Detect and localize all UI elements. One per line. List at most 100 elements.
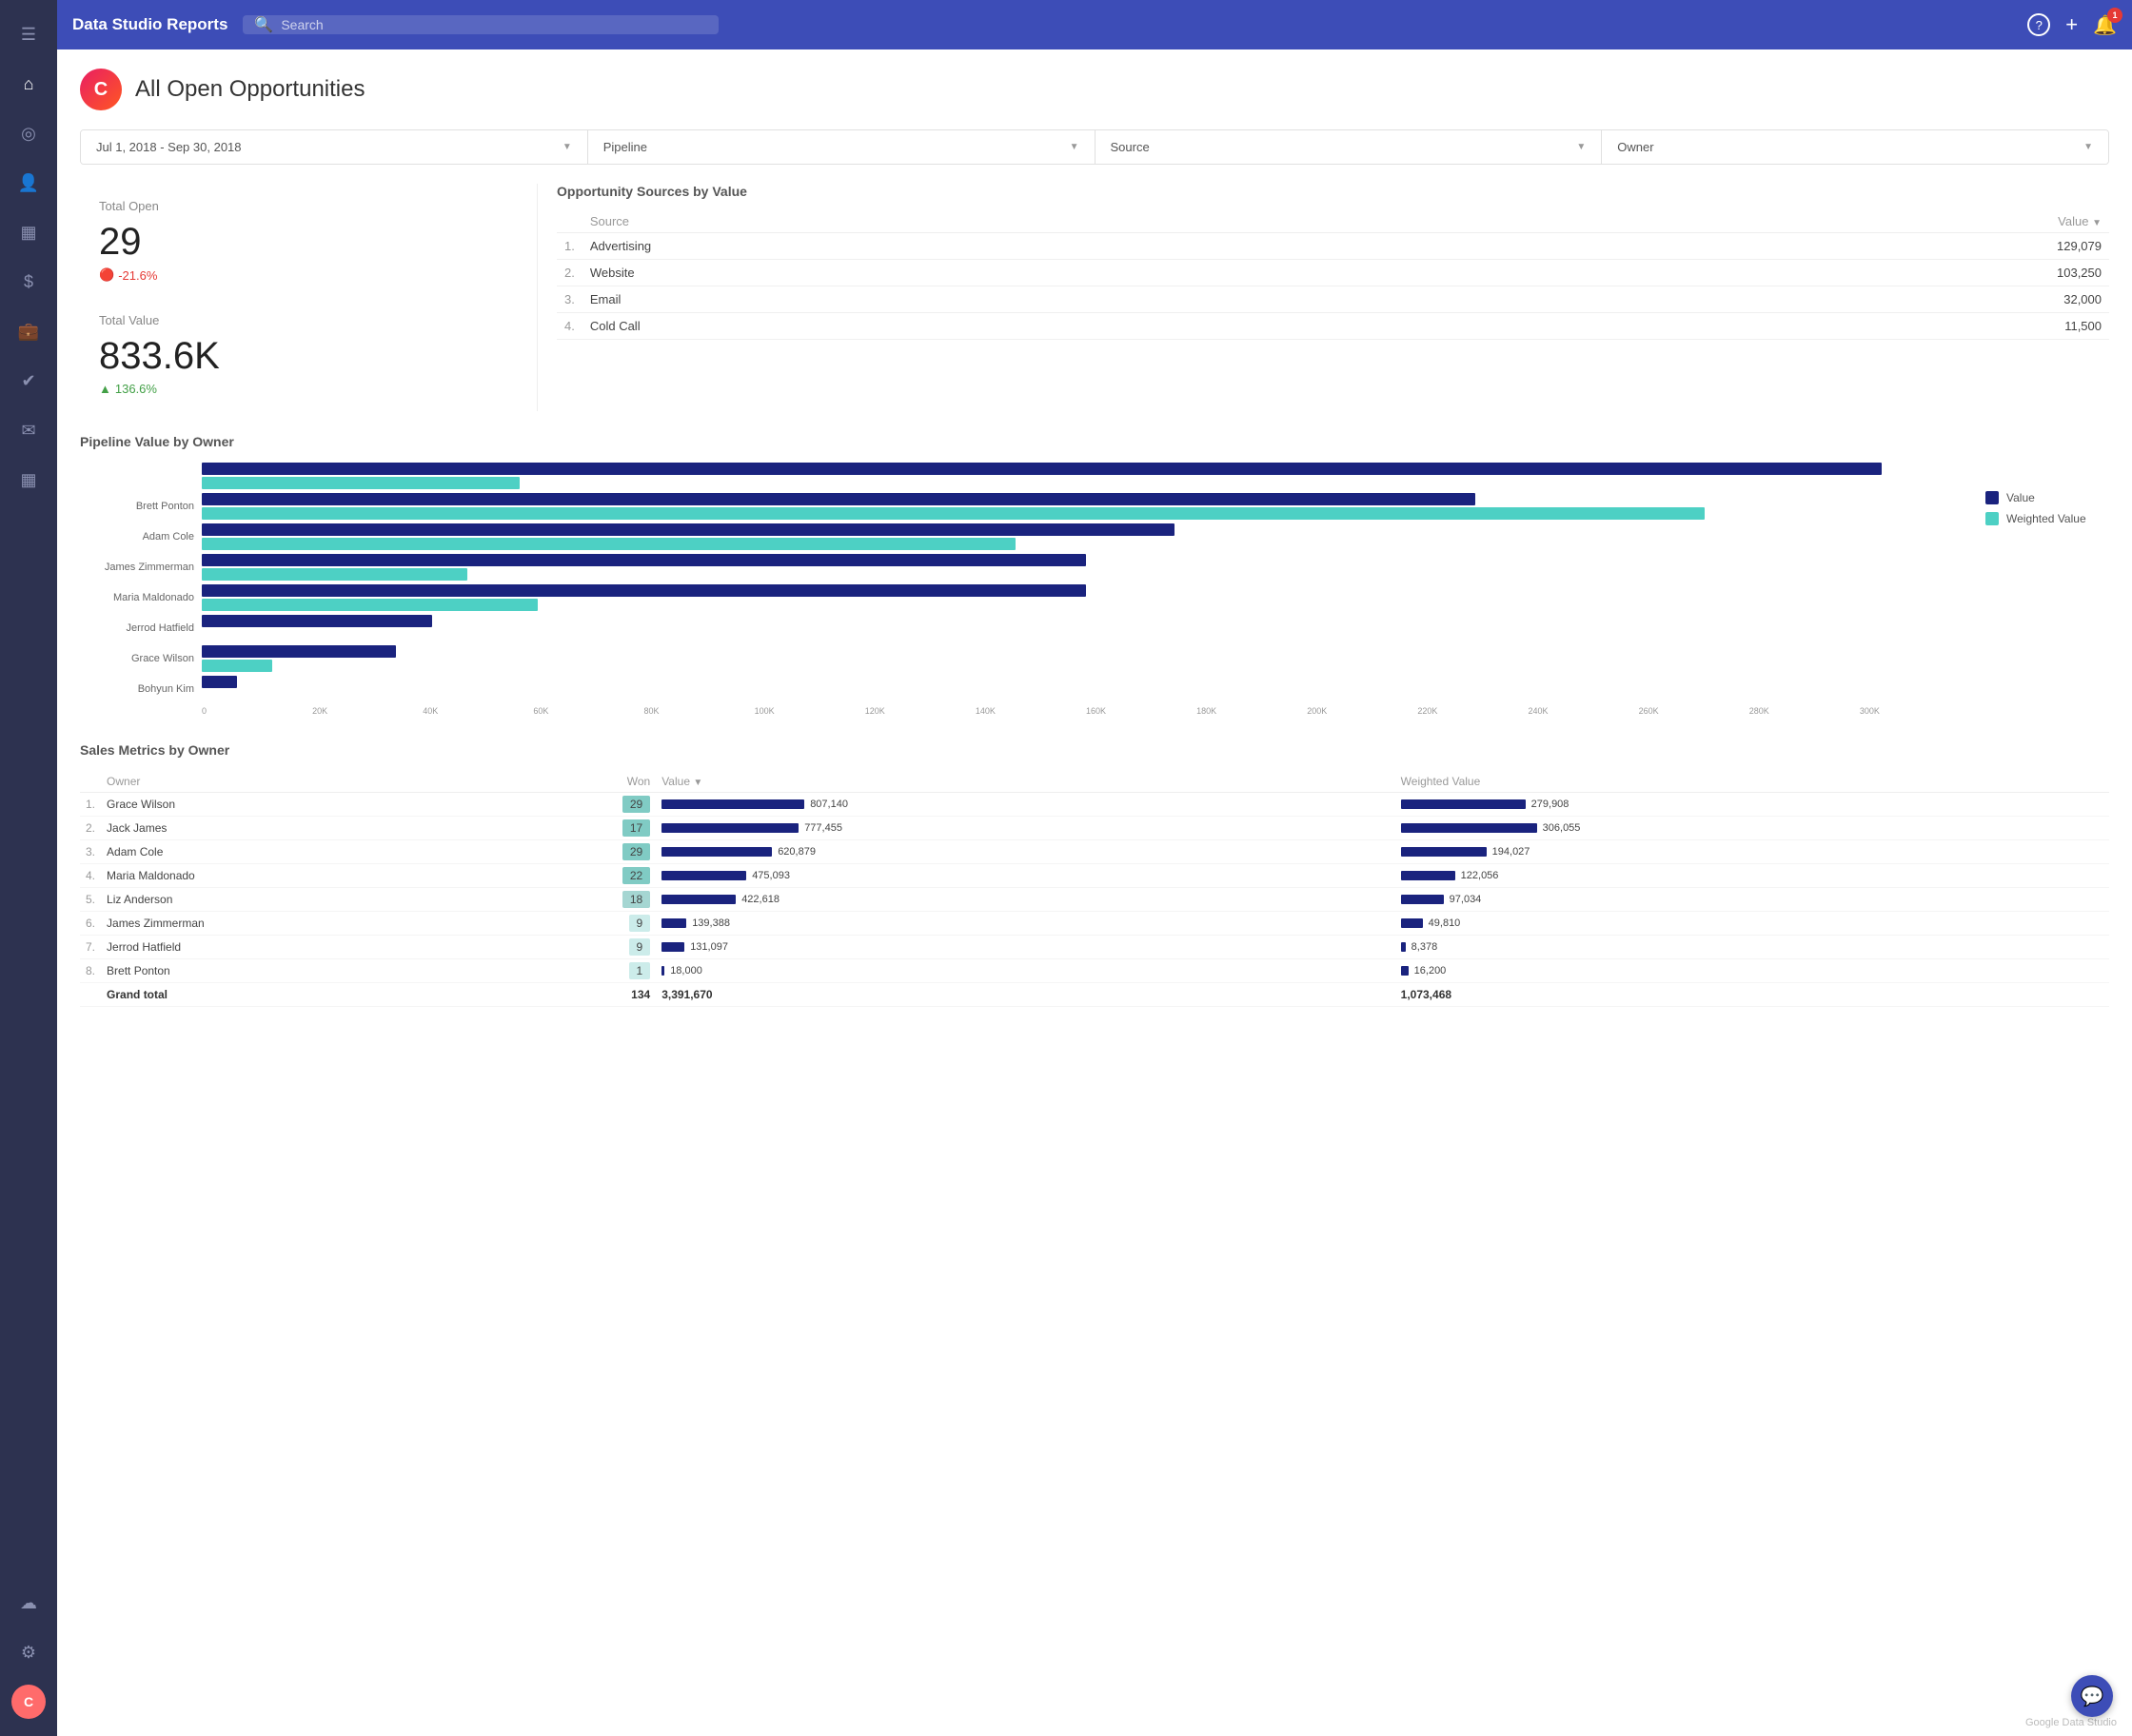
chevron-down-icon: ▼ [563, 142, 572, 152]
sidebar-chart-icon[interactable]: ▦ [10, 461, 48, 499]
value-bar [202, 645, 396, 658]
filter-owner[interactable]: Owner ▼ [1602, 130, 2108, 164]
app-title: Data Studio Reports [72, 15, 227, 34]
value-bar [202, 554, 1086, 566]
sidebar-grid-icon[interactable]: ▦ [10, 213, 48, 251]
grand-total-label: Grand total [101, 983, 509, 1007]
list-item: 1. Advertising 129,079 [557, 233, 2109, 260]
avatar[interactable]: C [11, 1685, 46, 1719]
weighted-inline-bar [1401, 966, 1409, 976]
filter-source[interactable]: Source ▼ [1096, 130, 1603, 164]
sales-metrics-section: Sales Metrics by Owner Owner Won Value ▼… [80, 742, 2109, 1007]
filter-date-label: Jul 1, 2018 - Sep 30, 2018 [96, 140, 242, 154]
top-section: Total Open 29 🔴 -21.6% Total Value 833.6… [80, 184, 2109, 411]
weighted-inline-bar [1401, 847, 1487, 857]
bar-row [80, 463, 1970, 489]
bar-row: James Zimmerman [80, 554, 1970, 581]
left-metrics: Total Open 29 🔴 -21.6% Total Value 833.6… [80, 184, 537, 411]
filters-bar: Jul 1, 2018 - Sep 30, 2018 ▼ Pipeline ▼ … [80, 129, 2109, 165]
filter-source-label: Source [1111, 140, 1150, 154]
sources-title: Opportunity Sources by Value [557, 184, 2109, 199]
sources-table: Source Value ▼ 1. Advertising 129,079 2.… [557, 210, 2109, 340]
filter-owner-label: Owner [1617, 140, 1653, 154]
table-row: 5. Liz Anderson 18 422,618 97,034 [80, 888, 2109, 912]
page-header: C All Open Opportunities [80, 69, 2109, 110]
search-input[interactable] [281, 17, 707, 32]
total-value-change: ▲ 136.6% [99, 382, 518, 396]
sales-col-value: Value ▼ [656, 771, 1394, 793]
filter-date-range[interactable]: Jul 1, 2018 - Sep 30, 2018 ▼ [81, 130, 588, 164]
value-bar [202, 584, 1086, 597]
chevron-down-icon: ▼ [1576, 142, 1586, 152]
legend-item: Weighted Value [1985, 512, 2109, 525]
value-bar [202, 615, 432, 627]
x-axis: 020K40K60K80K100K120K140K160K180K200K220… [202, 706, 1970, 716]
bar-chart: Brett PontonAdam ColeJames ZimmermanMari… [80, 463, 1970, 720]
value-inline-bar [661, 895, 736, 904]
sales-col-owner: Owner [101, 771, 509, 793]
total-open-value: 29 [99, 221, 518, 264]
bar-row: Maria Maldonado [80, 584, 1970, 611]
grand-total-value: 3,391,670 [656, 983, 1394, 1007]
value-inline-bar [661, 942, 684, 952]
sidebar-check-icon[interactable]: ✔ [10, 362, 48, 400]
total-value-card: Total Value 833.6K ▲ 136.6% [80, 298, 537, 411]
bar-row: Bohyun Kim [80, 676, 1970, 702]
weighted-bar [202, 660, 272, 672]
sources-col-value: Value ▼ [1438, 210, 2109, 233]
weighted-inline-bar [1401, 799, 1526, 809]
sidebar-bottom: ☁ ⚙ C [10, 1578, 48, 1726]
total-open-card: Total Open 29 🔴 -21.6% [80, 184, 537, 298]
pipeline-chart-title: Pipeline Value by Owner [80, 434, 2109, 449]
help-icon: ? [2027, 13, 2050, 36]
plus-icon: + [2065, 12, 2078, 36]
total-open-label: Total Open [99, 199, 518, 213]
list-item: 2. Website 103,250 [557, 260, 2109, 286]
chart-area: Brett PontonAdam ColeJames ZimmermanMari… [80, 463, 2109, 720]
table-row: 3. Adam Cole 29 620,879 194,027 [80, 840, 2109, 864]
sidebar-cloud-icon[interactable]: ☁ [10, 1584, 48, 1622]
sales-col-won: Won [509, 771, 657, 793]
add-button[interactable]: + [2065, 12, 2078, 37]
table-row: 1. Grace Wilson 29 807,140 279,908 [80, 793, 2109, 817]
chart-legend: ValueWeighted Value [1985, 463, 2109, 720]
chat-button[interactable]: 💬 [2071, 1675, 2113, 1717]
table-row: 6. James Zimmerman 9 139,388 49,810 [80, 912, 2109, 936]
sidebar-menu-icon[interactable]: ☰ [10, 15, 48, 53]
weighted-bar [202, 477, 520, 489]
value-inline-bar [661, 966, 664, 976]
weighted-bar [202, 599, 538, 611]
notifications-button[interactable]: 🔔 1 [2093, 13, 2117, 37]
sidebar-mail-icon[interactable]: ✉ [10, 411, 48, 449]
header: Data Studio Reports 🔍 ? + 🔔 1 [57, 0, 2132, 49]
opportunity-sources: Opportunity Sources by Value Source Valu… [537, 184, 2109, 411]
weighted-bar [202, 538, 1016, 550]
sources-col-source: Source [582, 210, 1438, 233]
sidebar-home-icon[interactable]: ⌂ [10, 65, 48, 103]
weighted-inline-bar [1401, 871, 1455, 880]
total-open-change: 🔴 -21.6% [99, 267, 518, 283]
value-inline-bar [661, 799, 804, 809]
table-row: 2. Jack James 17 777,455 306,055 [80, 817, 2109, 840]
search-icon: 🔍 [254, 15, 273, 34]
help-button[interactable]: ? [2027, 13, 2050, 36]
sidebar-person-icon[interactable]: 👤 [10, 164, 48, 202]
sidebar-settings-icon[interactable]: ⚙ [10, 1633, 48, 1671]
notif-badge: 1 [2107, 8, 2122, 23]
filter-pipeline-label: Pipeline [603, 140, 647, 154]
sales-table: Owner Won Value ▼ Weighted Value 1. Grac… [80, 771, 2109, 1007]
sidebar-dollar-icon[interactable]: $ [10, 263, 48, 301]
value-bar [202, 463, 1882, 475]
search-bar[interactable]: 🔍 [243, 15, 719, 34]
grand-total-won: 134 [509, 983, 657, 1007]
legend-color [1985, 512, 1999, 525]
page-title: All Open Opportunities [135, 76, 365, 103]
bar-row: Brett Ponton [80, 493, 1970, 520]
sidebar-briefcase-icon[interactable]: 💼 [10, 312, 48, 350]
table-row: 8. Brett Ponton 1 18,000 16,200 [80, 959, 2109, 983]
sidebar-target-icon[interactable]: ◎ [10, 114, 48, 152]
filter-pipeline[interactable]: Pipeline ▼ [588, 130, 1096, 164]
grand-total-row: Grand total 134 3,391,670 1,073,468 [80, 983, 2109, 1007]
value-inline-bar [661, 918, 686, 928]
weighted-inline-bar [1401, 942, 1406, 952]
